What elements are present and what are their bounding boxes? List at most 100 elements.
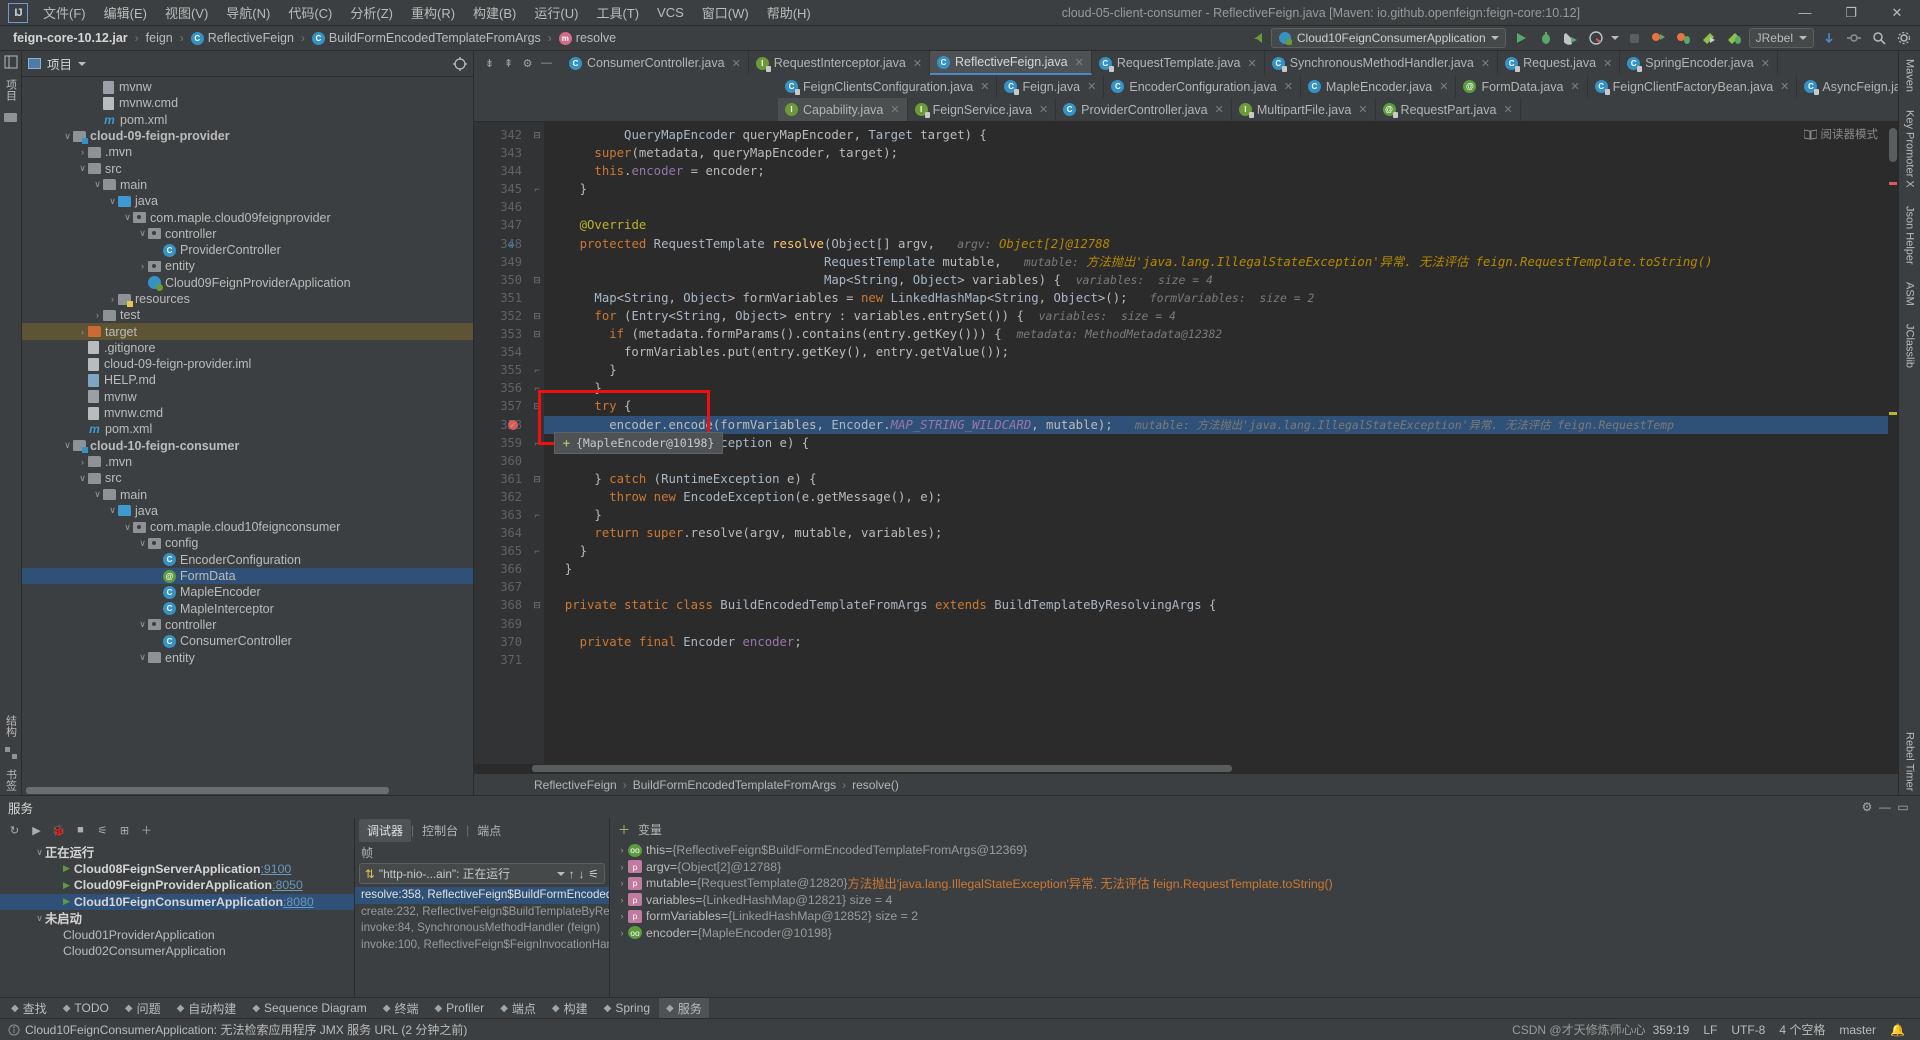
project-tree-row[interactable]: ∨ cloud-09-feign-provider — [22, 128, 473, 144]
editor-tab[interactable]: C RequestTemplate.java ✕ — [1091, 51, 1265, 75]
maximize-button[interactable]: ❐ — [1828, 0, 1874, 26]
menu-item-9[interactable]: 工具(T) — [587, 0, 648, 25]
project-tree-row[interactable]: mvnw.cmd — [22, 95, 473, 111]
project-tree-row[interactable]: C ProviderController — [22, 242, 473, 258]
chevron-right-icon[interactable]: › — [77, 147, 88, 157]
editor-tab[interactable]: C ConsumerController.java ✕ — [562, 51, 749, 75]
close-icon[interactable]: ✕ — [1481, 57, 1490, 70]
close-icon[interactable]: ✕ — [1075, 56, 1084, 69]
settings-icon[interactable]: ⚙ — [1858, 800, 1876, 814]
project-tree-row[interactable]: mvnw — [22, 389, 473, 405]
code-line[interactable]: formVariables.put(entry.getKey(), entry.… — [544, 343, 1898, 361]
rerun-icon[interactable]: ↻ — [5, 821, 24, 840]
editor-tab[interactable]: C MapleEncoder.java ✕ — [1300, 75, 1457, 98]
project-tree-row[interactable]: › .mvn — [22, 454, 473, 470]
project-tree-row[interactable]: mvnw.cmd — [22, 405, 473, 421]
code-fold-icon[interactable]: ⊟ — [530, 307, 544, 325]
project-tree-row[interactable]: C EncoderConfiguration — [22, 552, 473, 568]
plus-icon[interactable]: + — [563, 436, 570, 450]
code-fold-icon[interactable]: ⊟ — [530, 596, 544, 614]
frame-down-icon[interactable]: ↓ — [579, 867, 585, 881]
variables-tree[interactable]: › oo this = {ReflectiveFeign$BuildFormEnco… — [610, 840, 1920, 997]
tool-window-button-8[interactable]: ◆ 构建 — [545, 998, 595, 1019]
thread-selector[interactable]: ⇅ "http-nio-...ain": 正在运行 ↑ ↓ ⚟ — [359, 863, 605, 884]
close-icon[interactable]: ✕ — [1039, 103, 1048, 116]
service-row[interactable]: Cloud01ProviderApplication — [0, 927, 354, 944]
service-row[interactable]: ▶ Cloud08FeignServerApplication :9100 — [0, 861, 354, 878]
project-tree-row[interactable]: ∨ entity — [22, 649, 473, 665]
menu-item-10[interactable]: VCS — [648, 2, 693, 23]
chevron-down-icon[interactable]: ∨ — [137, 228, 148, 239]
code-line[interactable]: } catch (RuntimeException e) { — [544, 470, 1898, 488]
breadcrumb-item-4[interactable]: m resolve — [554, 29, 621, 47]
chevron-down-icon[interactable]: ∨ — [34, 847, 45, 858]
project-tree[interactable]: mvnw mvnw.cmd m pom.xml ∨ cloud-09-feign-prov… — [22, 77, 473, 787]
editor-breadcrumb-item[interactable]: BuildFormEncodedTemplateFromArgs — [633, 778, 836, 792]
editor-tab[interactable]: C SynchronousMethodHandler.java ✕ — [1264, 51, 1499, 75]
stack-frame[interactable]: invoke:84, SynchronousMethodHandler (fei… — [355, 920, 609, 937]
jrebel-run-icon[interactable] — [1699, 28, 1719, 48]
tool-window-button-3[interactable]: ◆ 自动构建 — [170, 998, 244, 1019]
run-service-icon[interactable]: ▶ — [27, 821, 46, 840]
close-icon[interactable]: ✕ — [1439, 80, 1448, 93]
code-line[interactable]: } — [544, 180, 1898, 198]
tool-window-button-9[interactable]: ◆ Spring — [597, 999, 657, 1017]
variable-row[interactable]: › oo this = {ReflectiveFeign$BuildFormEnco… — [610, 842, 1920, 859]
project-tree-row[interactable]: m pom.xml — [22, 112, 473, 128]
chevron-down-icon[interactable]: ∨ — [77, 163, 88, 174]
jrebel-selector[interactable]: JRebel — [1748, 28, 1814, 48]
code-line[interactable] — [544, 651, 1898, 669]
editor-tab[interactable]: C Feign.java ✕ — [997, 75, 1105, 98]
close-icon[interactable]: ✕ — [732, 57, 741, 70]
code-line[interactable]: QueryMapEncoder queryMapEncoder, Target … — [544, 126, 1898, 144]
chevron-down-icon[interactable]: ∨ — [122, 522, 133, 533]
close-icon[interactable]: ✕ — [1570, 80, 1579, 93]
right-strip-label-maven[interactable]: Maven — [1904, 55, 1916, 96]
chevron-right-icon[interactable]: › — [137, 261, 148, 271]
chevron-right-icon[interactable]: › — [77, 457, 88, 467]
right-strip-label-rebel[interactable]: Rebel Timer — [1904, 728, 1916, 795]
hide-icon[interactable]: — — [538, 55, 555, 72]
menu-item-8[interactable]: 运行(U) — [525, 0, 587, 25]
chevron-right-icon[interactable]: › — [616, 878, 628, 888]
project-tree-row[interactable]: m pom.xml — [22, 421, 473, 437]
frame-up-icon[interactable]: ↑ — [569, 867, 575, 881]
editor-tab[interactable]: C FeignClientFactoryBean.java ✕ — [1587, 75, 1798, 98]
code-line[interactable]: } catch (EncodeException e) { — [544, 434, 1898, 452]
indent-setting[interactable]: 4 个空格 — [1772, 1021, 1832, 1038]
menu-item-5[interactable]: 分析(Z) — [341, 0, 402, 25]
code-fold-icon[interactable]: ⌐ — [530, 361, 544, 379]
project-tree-row[interactable]: ∨ main — [22, 486, 473, 502]
left-strip-label-structure[interactable]: 结构 — [3, 711, 19, 741]
code-fold-icon[interactable]: ⌐ — [530, 506, 544, 524]
editor-tab[interactable]: @ RequestPart.java ✕ — [1375, 98, 1521, 121]
attach-debug-icon[interactable] — [1674, 28, 1694, 48]
profiler-icon[interactable] — [1586, 28, 1606, 48]
run-with-coverage-icon[interactable] — [1561, 28, 1581, 48]
code-line[interactable]: Map<String, Object> formVariables = new … — [544, 289, 1898, 307]
editor-tab[interactable]: CAsyncFeign.java✕ — [1797, 75, 1898, 98]
attach-process-icon[interactable] — [1649, 28, 1669, 48]
right-strip-label-keypromoter[interactable]: Key Promoter X — [1904, 106, 1916, 192]
caret-position[interactable]: 359:19 — [1646, 1023, 1697, 1037]
close-icon[interactable]: ✕ — [1087, 80, 1096, 93]
git-update-icon[interactable] — [1819, 28, 1839, 48]
service-row[interactable]: ∨ 正在运行 — [0, 844, 354, 861]
group-icon[interactable]: ⊞ — [115, 821, 134, 840]
editor-tab[interactable]: C ReflectiveFeign.java ✕ — [930, 51, 1092, 75]
menu-item-4[interactable]: 代码(C) — [279, 0, 341, 25]
code-line[interactable]: } — [544, 542, 1898, 560]
code-line[interactable] — [544, 615, 1898, 633]
code-line[interactable]: } — [544, 560, 1898, 578]
code-line[interactable]: RequestTemplate mutable, mutable: 方法抛出'j… — [544, 253, 1898, 271]
code-fold-icon[interactable]: ⊟ — [530, 126, 544, 144]
debugger-tab[interactable]: 控制台 — [414, 819, 466, 842]
project-tree-row[interactable]: ∨ controller — [22, 226, 473, 242]
stack-frame[interactable]: create:232, ReflectiveFeign$BuildTemplat… — [355, 904, 609, 921]
chevron-down-icon[interactable] — [1799, 36, 1807, 40]
code-fold-icon[interactable]: ⌐ — [530, 180, 544, 198]
chevron-down-icon[interactable]: ∨ — [34, 913, 45, 924]
code-editor[interactable]: 342 343 344 345 346 347 348 ⊙ 349 350 351 352 353 354… — [474, 122, 1898, 764]
editor-tab[interactable]: C EncoderConfiguration.java ✕ — [1104, 75, 1301, 98]
editor-tab[interactable]: C ProviderController.java ✕ — [1056, 98, 1232, 121]
